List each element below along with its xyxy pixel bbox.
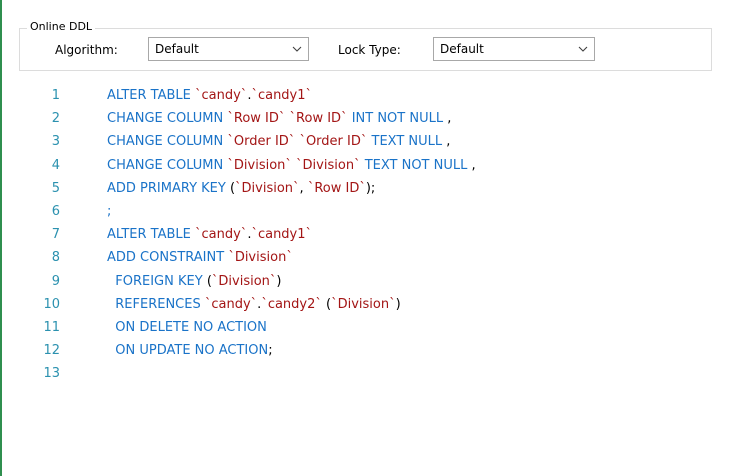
online-ddl-panel: Online DDL Algorithm: Default Lock Type:…	[0, 0, 730, 476]
sql-identifier: `Row ID`	[227, 111, 286, 127]
sql-identifier: `Row ID`	[307, 180, 366, 196]
sql-punctuation: )	[276, 273, 282, 289]
lock-type-select-value: Default	[440, 42, 484, 56]
sql-keyword: ;	[107, 204, 112, 219]
sql-identifier: `candy1`	[251, 227, 313, 243]
lock-type-label: Lock Type:	[338, 43, 401, 57]
sql-identifier: `Order ID`	[227, 134, 296, 150]
code-text: ON DELETE NO ACTION	[107, 316, 267, 339]
line-number: 8	[51, 250, 60, 266]
line-number: 2	[51, 111, 60, 127]
sql-punctuation: );	[365, 180, 376, 196]
sql-keyword: TEXT NOT NULL	[360, 157, 472, 173]
line-number: 7	[51, 227, 60, 243]
line-number: 9	[51, 273, 60, 289]
code-text: ;	[107, 200, 111, 223]
code-text: ON UPDATE NO ACTION;	[107, 339, 273, 362]
sql-identifier: `Order ID`	[299, 134, 368, 150]
code-text: CHANGE COLUMN `Row ID` `Row ID` INT NOT …	[107, 107, 451, 130]
line-number: 12	[43, 343, 60, 359]
sql-keyword: TEXT NULL	[367, 134, 447, 150]
sql-punctuation: ,	[471, 157, 476, 173]
sql-identifier: `candy`	[195, 88, 248, 103]
code-line: 4 CHANGE COLUMN `Division` `Division` TEX…	[0, 154, 730, 177]
code-line: 8 ADD CONSTRAINT `Division`	[0, 246, 730, 269]
code-line: 1 ALTER TABLE `candy`.`candy1`	[0, 84, 730, 107]
line-number: 13	[43, 366, 60, 382]
code-line: 3 CHANGE COLUMN `Order ID` `Order ID` TEX…	[0, 130, 730, 153]
algorithm-label: Algorithm:	[55, 43, 118, 57]
line-number: 6	[51, 204, 60, 219]
code-text: REFERENCES `candy`.`candy2` (`Division`)	[107, 293, 401, 316]
sql-punctuation: ;	[268, 343, 273, 359]
sql-keyword: ADD CONSTRAINT	[107, 250, 229, 266]
code-text: ALTER TABLE `candy`.`candy1`	[107, 84, 312, 107]
algorithm-select-value: Default	[155, 42, 199, 56]
algorithm-select[interactable]: Default	[148, 37, 309, 61]
sql-punctuation: ,	[299, 180, 308, 196]
sql-keyword: FOREIGN KEY	[107, 273, 207, 289]
sql-punctuation: ,	[446, 134, 451, 150]
code-line: 11 ON DELETE NO ACTION	[0, 316, 730, 339]
sql-identifier: `Division`	[227, 157, 292, 173]
chevron-down-icon	[572, 38, 594, 60]
code-line: 5 ADD PRIMARY KEY (`Division`, `Row ID`);	[0, 177, 730, 200]
sql-editor[interactable]: 1 ALTER TABLE `candy`.`candy1` 2 CHANGE COL…	[0, 82, 730, 476]
line-number: 11	[43, 320, 60, 335]
sql-identifier: `candy1`	[251, 88, 313, 103]
sql-identifier: `Division`	[228, 250, 293, 266]
code-text: FOREIGN KEY (`Division`)	[107, 270, 281, 293]
sql-identifier: `Row ID`	[289, 111, 348, 127]
sql-keyword: ALTER TABLE	[107, 227, 195, 243]
sql-identifier: `Division`	[211, 273, 277, 289]
sql-keyword: ALTER TABLE	[107, 88, 195, 103]
code-text: CHANGE COLUMN `Order ID` `Order ID` TEXT…	[107, 130, 450, 153]
sql-identifier: `Division`	[331, 296, 396, 312]
sql-keyword: CHANGE COLUMN	[107, 111, 228, 127]
sql-keyword: CHANGE COLUMN	[107, 157, 228, 173]
line-number: 5	[51, 180, 60, 196]
sql-identifier: `Division`	[235, 180, 300, 196]
sql-identifier: `candy2`	[261, 296, 322, 312]
sql-identifier: `candy`	[195, 227, 248, 243]
sql-identifier: `Division`	[296, 157, 361, 173]
lock-type-select[interactable]: Default	[433, 37, 595, 61]
sql-identifier: `candy`	[204, 296, 258, 312]
sql-punctuation: )	[395, 296, 401, 312]
sql-punctuation: ,	[447, 111, 452, 127]
code-line: 2 CHANGE COLUMN `Row ID` `Row ID` INT NOT…	[0, 107, 730, 130]
code-line: 12 ON UPDATE NO ACTION;	[0, 339, 730, 362]
chevron-down-icon	[286, 38, 308, 60]
code-line: 10 REFERENCES `candy`.`candy2` (`Divisio…	[0, 293, 730, 316]
code-line: 6;	[0, 200, 730, 223]
code-line: 9 FOREIGN KEY (`Division`)	[0, 270, 730, 293]
line-number: 10	[43, 296, 60, 312]
online-ddl-group-title: Online DDL	[27, 20, 96, 34]
code-text: ADD PRIMARY KEY (`Division`, `Row ID`);	[107, 177, 375, 200]
code-text: CHANGE COLUMN `Division` `Division` TEXT…	[107, 154, 476, 177]
code-line: 13	[0, 362, 730, 385]
code-text: ADD CONSTRAINT `Division`	[107, 246, 293, 269]
code-text: ALTER TABLE `candy`.`candy1`	[107, 223, 312, 246]
sql-keyword: INT NOT NULL	[347, 111, 448, 127]
line-number: 3	[51, 134, 60, 150]
sql-keyword: ON DELETE NO ACTION	[107, 320, 267, 335]
line-number: 4	[51, 157, 60, 173]
line-number: 1	[51, 88, 60, 103]
code-line: 7 ALTER TABLE `candy`.`candy1`	[0, 223, 730, 246]
sql-keyword: ADD PRIMARY KEY	[107, 180, 230, 196]
sql-keyword: CHANGE COLUMN	[107, 134, 228, 150]
sql-keyword: REFERENCES	[107, 296, 205, 312]
sql-keyword: ON UPDATE NO ACTION	[107, 343, 269, 359]
